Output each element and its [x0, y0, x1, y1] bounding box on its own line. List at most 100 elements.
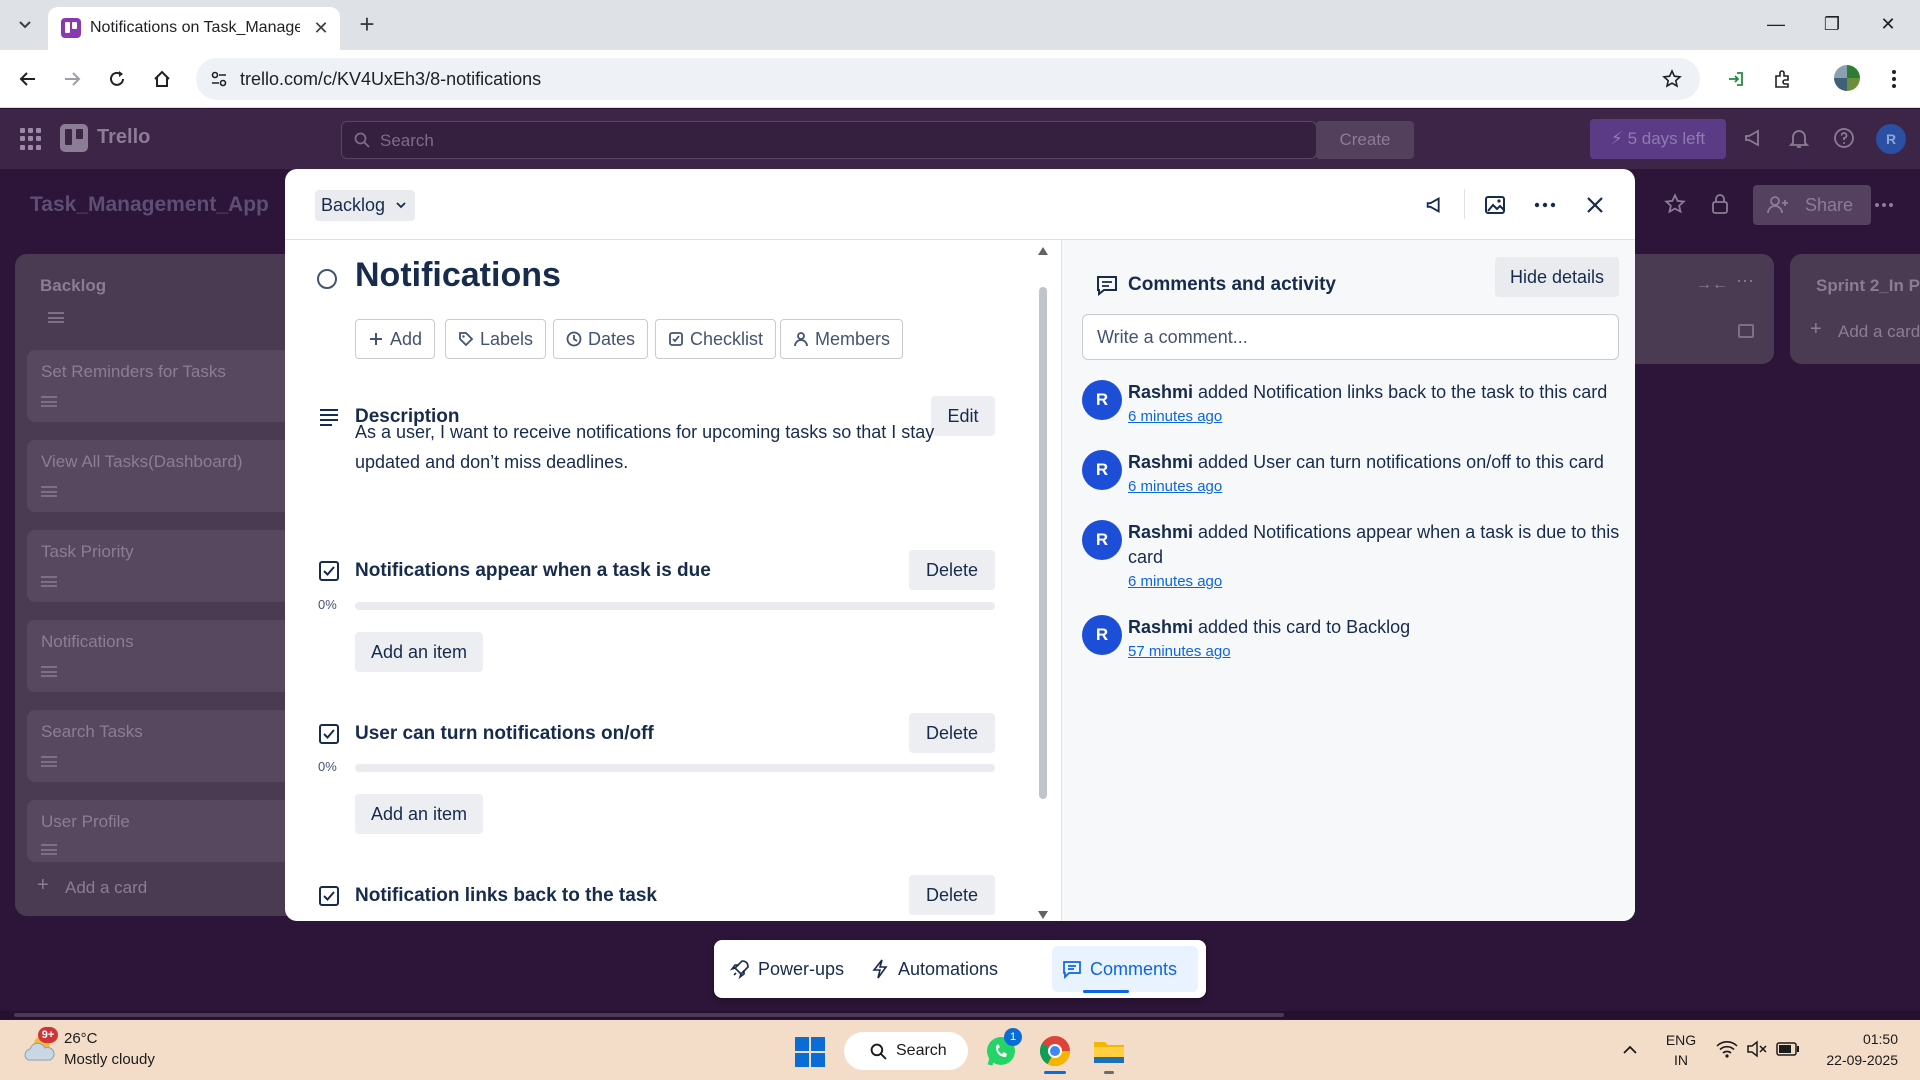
weather-temperature[interactable]: 26°C [64, 1030, 98, 1047]
activity-time-link[interactable]: 6 minutes ago [1128, 408, 1222, 425]
avatar[interactable]: R [1082, 380, 1122, 420]
list-title[interactable]: Backlog [40, 276, 106, 296]
card-title-heading[interactable]: Notifications [355, 256, 561, 295]
template-icon[interactable] [1738, 324, 1754, 338]
address-bar[interactable]: trello.com/c/KV4UxEh3/8-notifications [196, 58, 1700, 100]
clock-date[interactable]: 22-09-2025 [1812, 1052, 1898, 1068]
extensions-icon[interactable] [1766, 63, 1798, 95]
activity-user[interactable]: Rashmi [1128, 522, 1193, 542]
list-title[interactable]: Sprint 2_In Pr [1816, 276, 1920, 296]
checklist-button[interactable]: Checklist [655, 319, 777, 359]
board-title[interactable]: Task_Management_App [30, 193, 269, 217]
chrome-icon[interactable] [1036, 1032, 1074, 1070]
weather-description[interactable]: Mostly cloudy [64, 1051, 155, 1068]
windows-start-icon[interactable] [795, 1037, 825, 1067]
card-item[interactable]: View All Tasks(Dashboard) [27, 440, 309, 512]
delete-checklist-button[interactable]: Delete [909, 875, 995, 915]
add-button[interactable]: Add [355, 319, 436, 359]
site-info-icon[interactable] [210, 70, 228, 93]
battery-icon[interactable] [1776, 1042, 1800, 1061]
scroll-thumb[interactable] [1039, 287, 1047, 799]
language-indicator[interactable]: ENG [1662, 1032, 1700, 1048]
bookmark-star-icon[interactable] [1662, 69, 1682, 94]
main-column-scrollbar[interactable] [1037, 247, 1049, 920]
megaphone-icon[interactable] [1421, 191, 1449, 219]
automations-button[interactable]: Automations [860, 946, 1012, 992]
clock-time[interactable]: 01:50 [1812, 1031, 1898, 1047]
avatar[interactable]: R [1082, 615, 1122, 655]
dates-button[interactable]: Dates [553, 319, 649, 359]
browser-menu-icon[interactable] [1878, 63, 1910, 95]
trello-search-input[interactable]: Search [341, 121, 1317, 159]
help-icon[interactable] [1832, 126, 1858, 152]
checklist-title[interactable]: User can turn notifications on/off [355, 723, 654, 745]
board-horizontal-scrollbar[interactable] [0, 1011, 1920, 1019]
megaphone-icon[interactable] [1742, 126, 1768, 152]
comment-input[interactable]: Write a comment... [1082, 314, 1619, 360]
bell-icon[interactable] [1787, 126, 1813, 152]
reload-icon[interactable] [101, 63, 133, 95]
minimize-icon[interactable]: — [1754, 8, 1798, 40]
add-card-button[interactable]: Add a card [1838, 322, 1920, 342]
delete-checklist-button[interactable]: Delete [909, 713, 995, 753]
star-icon[interactable] [1664, 193, 1686, 220]
avatar[interactable]: R [1082, 520, 1122, 560]
trello-brand[interactable]: Trello [97, 126, 150, 149]
whatsapp-icon[interactable]: 1 [982, 1028, 1022, 1070]
add-item-button[interactable]: Add an item [355, 794, 483, 834]
home-icon[interactable] [146, 63, 178, 95]
cover-image-icon[interactable] [1481, 191, 1509, 219]
scroll-down-icon[interactable] [1038, 911, 1048, 919]
card-item[interactable]: Set Reminders for Tasks [27, 350, 309, 422]
members-button[interactable]: Members [780, 319, 904, 359]
wifi-icon[interactable] [1716, 1040, 1738, 1063]
browser-tab-active[interactable]: Notifications on Task_Managem ✕ [48, 7, 340, 50]
labels-button[interactable]: Labels [445, 319, 547, 359]
checklist-title[interactable]: Notifications appear when a task is due [355, 560, 711, 582]
collapse-icon[interactable]: →← [1696, 276, 1728, 294]
activity-time-link[interactable]: 57 minutes ago [1128, 643, 1231, 660]
comments-button[interactable]: Comments [1052, 946, 1198, 992]
card-item[interactable]: Notifications [27, 620, 309, 692]
card-item[interactable]: Search Tasks [27, 710, 309, 782]
complete-checkbox-icon[interactable] [317, 269, 337, 289]
window-close-icon[interactable]: ✕ [1866, 8, 1910, 40]
list-menu-icon[interactable]: ··· [1736, 270, 1754, 291]
add-item-button[interactable]: Add an item [355, 632, 483, 672]
avatar[interactable]: R [1082, 450, 1122, 490]
more-options-icon[interactable] [1531, 191, 1559, 219]
file-explorer-icon[interactable] [1090, 1032, 1128, 1070]
restore-icon[interactable]: ❐ [1810, 8, 1854, 40]
new-tab-icon[interactable]: + [352, 10, 382, 40]
trello-logo-icon[interactable] [60, 124, 88, 152]
add-card-button[interactable]: Add a card [65, 878, 147, 898]
board-menu-icon[interactable] [1874, 195, 1894, 213]
region-indicator[interactable]: IN [1662, 1052, 1700, 1068]
chevron-up-icon[interactable] [1622, 1042, 1638, 1060]
scroll-thumb[interactable] [14, 1013, 1284, 1017]
checklist-title[interactable]: Notification links back to the task [355, 885, 657, 907]
profile-avatar[interactable] [1834, 65, 1860, 91]
activity-time-link[interactable]: 6 minutes ago [1128, 573, 1222, 590]
activity-time-link[interactable]: 6 minutes ago [1128, 478, 1222, 495]
tab-search-dropdown-icon[interactable] [10, 10, 40, 40]
description-text[interactable]: As a user, I want to receive notificatio… [355, 417, 995, 477]
lock-icon[interactable] [1710, 193, 1730, 220]
activity-user[interactable]: Rashmi [1128, 382, 1193, 402]
hide-details-button[interactable]: Hide details [1495, 257, 1619, 297]
activity-user[interactable]: Rashmi [1128, 452, 1193, 472]
trial-button[interactable]: ⚡ 5 days left [1590, 119, 1726, 159]
taskbar-search[interactable]: Search [844, 1032, 968, 1070]
activity-user[interactable]: Rashmi [1128, 617, 1193, 637]
volume-muted-icon[interactable] [1746, 1040, 1768, 1063]
card-item[interactable]: Task Priority [27, 530, 309, 602]
tab-close-icon[interactable]: ✕ [310, 17, 332, 39]
forward-icon[interactable] [56, 63, 88, 95]
powerups-button[interactable]: Power-ups [720, 946, 852, 992]
list-selector[interactable]: Backlog [315, 190, 416, 221]
app-switcher-icon[interactable] [20, 128, 42, 150]
sign-in-icon[interactable] [1720, 63, 1752, 95]
scroll-up-icon[interactable] [1038, 247, 1048, 255]
share-button[interactable]: Share [1753, 185, 1871, 225]
card-item[interactable]: User Profile [27, 800, 309, 862]
